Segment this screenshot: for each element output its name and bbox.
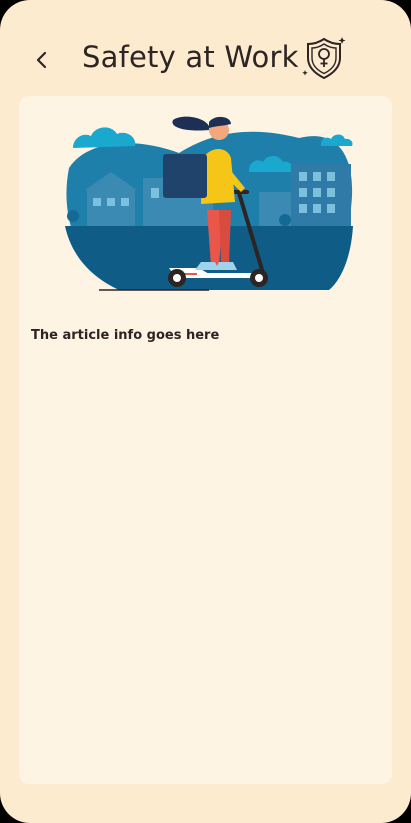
header: Safety at Work xyxy=(0,0,411,95)
article-card: The article info goes here xyxy=(19,96,392,784)
chevron-left-icon xyxy=(36,51,47,69)
page-title: Safety at Work xyxy=(82,40,299,74)
phone-screen: Safety at Work The article info goes her… xyxy=(0,0,411,823)
article-info-text: The article info goes here xyxy=(31,328,220,343)
delivery-scooter-illustration xyxy=(65,116,353,291)
shield-female-icon xyxy=(302,37,346,80)
back-button[interactable] xyxy=(26,44,58,76)
